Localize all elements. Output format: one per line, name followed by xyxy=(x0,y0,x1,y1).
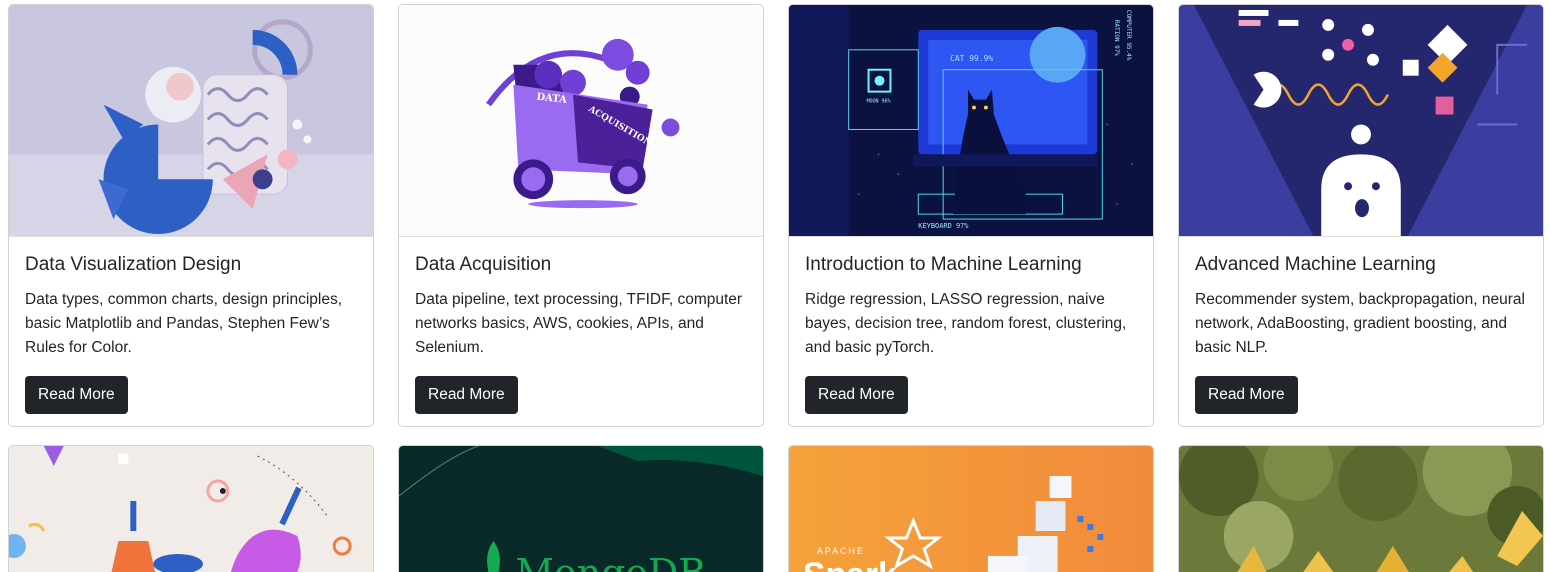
card-data-visualization: Data Visualization Design Data types, co… xyxy=(8,4,374,427)
card-description: Ridge regression, LASSO regression, naiv… xyxy=(805,291,1127,356)
data-acquisition-image: DATA ACQUISITION xyxy=(399,5,763,237)
image-text-cat: CAT 99.9% xyxy=(950,54,993,63)
card-row2-4 xyxy=(1178,445,1544,572)
card-description: Recommender system, backpropagation, neu… xyxy=(1195,291,1525,356)
image-text-moon: MOON 96% xyxy=(867,99,891,105)
machine-learning-cat-image: CAT 99.9% MOON 96% KEYBOARD 97% COMPUTER… xyxy=(789,5,1153,237)
card-intro-machine-learning: CAT 99.9% MOON 96% KEYBOARD 97% COMPUTER… xyxy=(788,4,1154,427)
image-text-ration: RATION 97% xyxy=(1113,20,1120,56)
card-row2-1 xyxy=(8,445,374,572)
card-description: Data types, common charts, design princi… xyxy=(25,291,343,356)
read-more-button[interactable]: Read More xyxy=(25,376,128,414)
mongodb-text: MongoDB xyxy=(515,551,706,572)
read-more-button[interactable]: Read More xyxy=(415,376,518,414)
image-text-computer: COMPUTER 95.4% xyxy=(1125,10,1132,61)
card-title: Data Acquisition xyxy=(415,254,552,275)
mongodb-banner-image: MongoDB xyxy=(399,446,763,572)
spark-text: Spark xyxy=(803,556,897,572)
card-title: Introduction to Machine Learning xyxy=(805,254,1082,275)
card-title: Data Visualization Design xyxy=(25,254,242,275)
card-description: Data pipeline, text processing, TFIDF, c… xyxy=(415,291,743,356)
card-advanced-machine-learning: Advanced Machine Learning Recommender sy… xyxy=(1178,4,1544,427)
image-text-keyboard: KEYBOARD 97% xyxy=(918,222,969,230)
cleaning-illustration-image xyxy=(9,446,373,572)
card-row2-2: MongoDB xyxy=(398,445,764,572)
read-more-button[interactable]: Read More xyxy=(1195,376,1298,414)
card-title: Advanced Machine Learning xyxy=(1195,254,1436,275)
data-visualization-image xyxy=(9,5,373,237)
advanced-machine-learning-image xyxy=(1179,5,1543,237)
paper-birds-photo-image xyxy=(1179,446,1543,572)
card-data-acquisition: DATA ACQUISITION Data Acquisition Data p… xyxy=(398,4,764,427)
card-row2-3: APACHE Spark xyxy=(788,445,1154,572)
spark-banner-image: APACHE Spark xyxy=(789,446,1153,572)
read-more-button[interactable]: Read More xyxy=(805,376,908,414)
apache-text: APACHE xyxy=(817,546,865,556)
